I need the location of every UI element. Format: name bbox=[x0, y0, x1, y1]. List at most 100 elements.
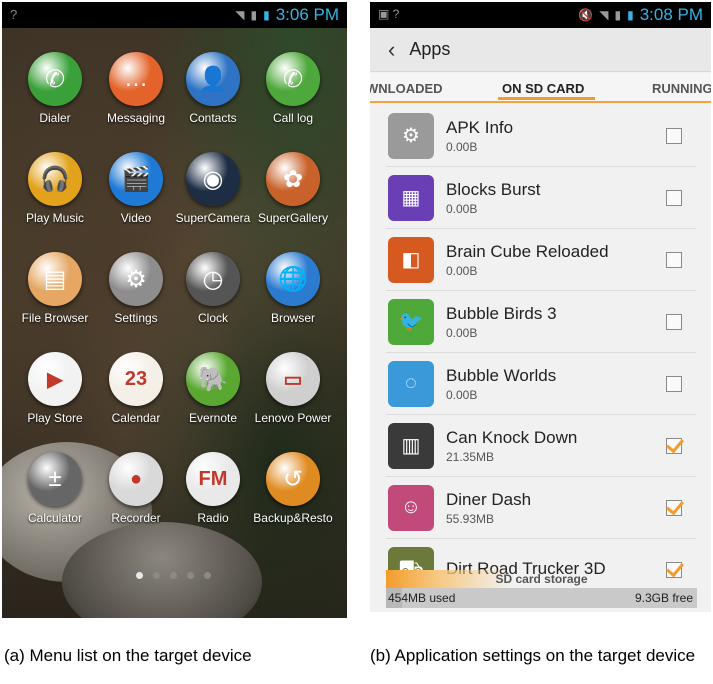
folder-icon: ▤ bbox=[28, 252, 82, 306]
app-supercamera[interactable]: ◉ SuperCamera bbox=[170, 152, 256, 225]
app-clock[interactable]: ◷ Clock bbox=[170, 252, 256, 325]
backup-icon: ↺ bbox=[266, 452, 320, 506]
app-contacts[interactable]: 👤 Contacts bbox=[170, 52, 256, 125]
app-name: Bubble Worlds bbox=[446, 365, 557, 385]
gear-icon: ⚙ bbox=[109, 252, 163, 306]
app-video[interactable]: 🎬 Video bbox=[93, 152, 179, 225]
bubbles-icon: ◌ bbox=[388, 360, 434, 407]
video-icon: 🎬 bbox=[109, 152, 163, 206]
page-title: Apps bbox=[409, 39, 451, 59]
move-checkbox[interactable] bbox=[666, 127, 682, 144]
app-play-music[interactable]: 🎧 Play Music bbox=[12, 152, 98, 225]
app-supergallery[interactable]: ✿ SuperGallery bbox=[250, 152, 336, 225]
tab-downloaded[interactable]: WNLOADED bbox=[370, 81, 443, 96]
page-dot[interactable] bbox=[204, 572, 211, 579]
cans-icon: ▥ bbox=[388, 422, 434, 469]
move-checkbox[interactable] bbox=[666, 313, 682, 330]
app-size: 0.00B bbox=[446, 201, 478, 216]
page-dot[interactable] bbox=[153, 572, 160, 579]
phone-icon: ✆ bbox=[28, 52, 82, 106]
move-checkbox[interactable] bbox=[666, 251, 682, 268]
move-checkbox[interactable] bbox=[666, 499, 682, 516]
image-notification-icon: ▣ ? bbox=[378, 7, 400, 21]
app-radio[interactable]: FM Radio bbox=[170, 452, 256, 525]
gallery-icon: ✿ bbox=[266, 152, 320, 206]
move-checkbox[interactable] bbox=[666, 375, 682, 392]
app-calculator[interactable]: ± Calculator bbox=[12, 452, 98, 525]
calendar-icon: 23 bbox=[109, 352, 163, 406]
caption-left: (a) Menu list on the target device bbox=[4, 646, 252, 665]
tab-running[interactable]: RUNNING bbox=[652, 81, 711, 96]
app-dialer[interactable]: ✆ Dialer bbox=[12, 52, 98, 125]
move-checkbox[interactable] bbox=[666, 189, 682, 206]
app-label: SuperGallery bbox=[257, 211, 329, 225]
app-label: Video bbox=[120, 211, 152, 225]
bird-icon: 🐦 bbox=[388, 298, 434, 345]
list-item[interactable]: ◧ Brain Cube Reloaded 0.00B bbox=[386, 229, 696, 291]
list-item[interactable]: ▥ Can Knock Down 21.35MB bbox=[386, 415, 696, 477]
storage-meter: 454MB used 9.3GB free bbox=[386, 588, 697, 608]
app-name: Diner Dash bbox=[446, 489, 532, 509]
app-play-store[interactable]: ▶ Play Store bbox=[12, 352, 98, 425]
app-backup-resto[interactable]: ↺ Backup&Resto bbox=[250, 452, 336, 525]
app-call-log[interactable]: ✆ Call log bbox=[250, 52, 336, 125]
app-settings[interactable]: ⚙ Settings bbox=[93, 252, 179, 325]
list-item[interactable]: ▦ Blocks Burst 0.00B bbox=[386, 167, 696, 229]
page-dot[interactable] bbox=[136, 572, 143, 579]
page-dot[interactable] bbox=[170, 572, 177, 579]
battery-icon: ▮ bbox=[627, 8, 634, 22]
tab-bar: WNLOADED ON SD CARD RUNNING bbox=[370, 73, 711, 103]
call-log-icon: ✆ bbox=[266, 52, 320, 106]
waitress-icon: ☺ bbox=[388, 484, 434, 531]
tab-on-sd-card[interactable]: ON SD CARD bbox=[502, 81, 584, 96]
app-size: 0.00B bbox=[446, 325, 478, 340]
app-evernote[interactable]: 🐘 Evernote bbox=[170, 352, 256, 425]
battery-icon: ▭ bbox=[266, 352, 320, 406]
app-label: Calendar bbox=[111, 411, 161, 425]
app-calendar[interactable]: 23 Calendar bbox=[93, 352, 179, 425]
menu-screen: ? ◥ ▮ ▮ 3:06 PM ✆ Dialer … Messaging 👤 Contac… bbox=[2, 2, 347, 618]
list-item[interactable]: ☺ Diner Dash 55.93MB bbox=[386, 477, 696, 539]
storage-free: 9.3GB free bbox=[634, 591, 693, 605]
app-file-browser[interactable]: ▤ File Browser bbox=[12, 252, 98, 325]
app-recorder[interactable]: ● Recorder bbox=[93, 452, 179, 525]
app-name: Can Knock Down bbox=[446, 427, 578, 447]
record-icon: ● bbox=[109, 452, 163, 506]
app-name: Brain Cube Reloaded bbox=[446, 241, 609, 261]
app-messaging[interactable]: … Messaging bbox=[93, 52, 179, 125]
page-dot[interactable] bbox=[187, 572, 194, 579]
camera-icon: ◉ bbox=[186, 152, 240, 206]
action-bar: ‹ Apps bbox=[370, 28, 711, 72]
list-item[interactable]: ⚙ APK Info 0.00B bbox=[386, 105, 696, 167]
play-store-icon: ▶ bbox=[28, 352, 82, 406]
message-icon: … bbox=[109, 52, 163, 106]
caption-right: (b) Application settings on the target d… bbox=[370, 646, 696, 665]
status-time: 3:08 PM bbox=[639, 5, 703, 24]
calculator-icon: ± bbox=[28, 452, 82, 506]
status-bar: ▣ ? 🔇 ◥ ▮ ▮ 3:08 PM bbox=[370, 2, 711, 28]
signal-question-icon: ? bbox=[10, 7, 18, 22]
status-time: 3:06 PM bbox=[275, 5, 339, 24]
app-size: 0.00B bbox=[446, 139, 478, 154]
active-tab-indicator bbox=[498, 97, 595, 100]
app-label: Recorder bbox=[111, 511, 161, 525]
headphones-icon: 🎧 bbox=[28, 152, 82, 206]
app-label: Play Store bbox=[27, 411, 83, 425]
app-browser[interactable]: 🌐 Browser bbox=[250, 252, 336, 325]
app-size: 0.00B bbox=[446, 263, 478, 278]
app-label: Calculator bbox=[27, 511, 83, 525]
storage-label: SD card storage bbox=[495, 572, 588, 586]
back-chevron-icon[interactable]: ‹ bbox=[388, 37, 395, 63]
contacts-icon: 👤 bbox=[186, 52, 240, 106]
list-item[interactable]: ◌ Bubble Worlds 0.00B bbox=[386, 353, 696, 415]
battery-icon: ▮ bbox=[263, 8, 270, 22]
apps-screen: ▣ ? 🔇 ◥ ▮ ▮ 3:08 PM ‹ Apps WNLOADED ON S… bbox=[370, 2, 711, 612]
wifi-icon: ◥ bbox=[235, 8, 245, 22]
globe-icon: 🌐 bbox=[266, 252, 320, 306]
list-item[interactable]: 🐦 Bubble Birds 3 0.00B bbox=[386, 291, 696, 353]
app-lenovo-power[interactable]: ▭ Lenovo Power bbox=[250, 352, 336, 425]
move-checkbox[interactable] bbox=[666, 437, 682, 454]
app-label: Play Music bbox=[25, 211, 84, 225]
app-size: 55.93MB bbox=[446, 511, 495, 526]
app-label: File Browser bbox=[21, 311, 89, 325]
